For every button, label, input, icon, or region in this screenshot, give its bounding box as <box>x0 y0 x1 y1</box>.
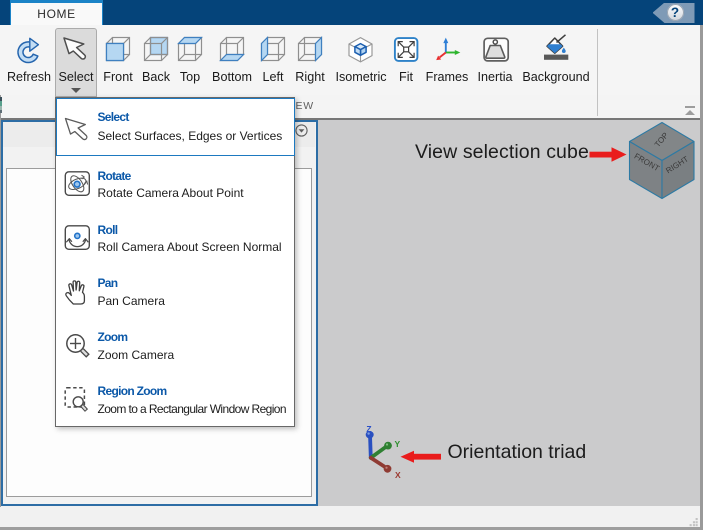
svg-text:Z: Z <box>366 424 371 434</box>
svg-text:Y: Y <box>394 439 400 449</box>
svg-text:X: X <box>395 470 401 480</box>
